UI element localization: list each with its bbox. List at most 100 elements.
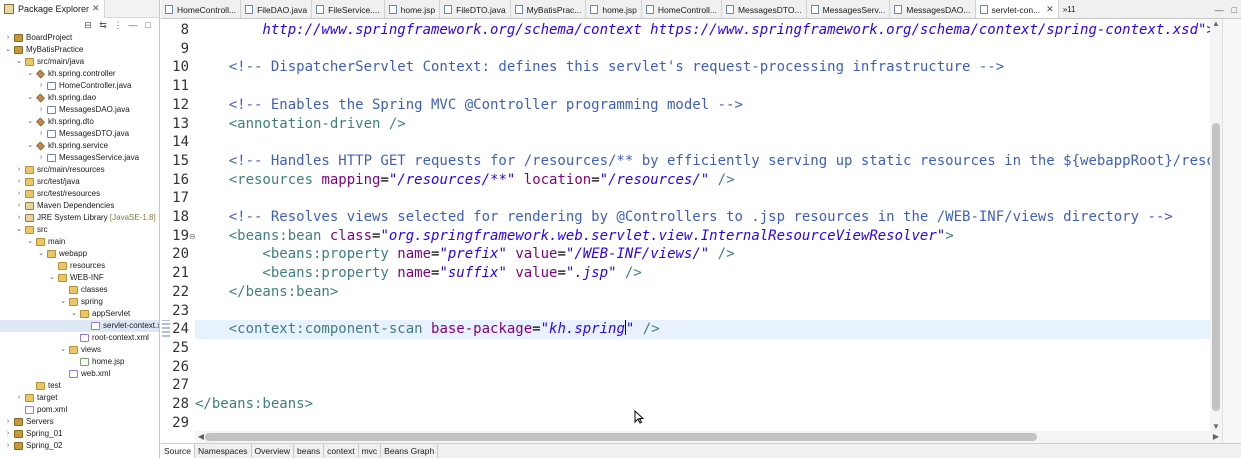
tree-item[interactable]: ⌄ webapp	[0, 248, 159, 260]
tree-item[interactable]: ⌄ kh.spring.controller	[0, 68, 159, 80]
horizontal-scrollbar[interactable]: ◀ ▶	[195, 431, 1222, 443]
tree-item[interactable]: ⌄ kh.spring.service	[0, 140, 159, 152]
tree-item[interactable]: ⌄ WEB-INF	[0, 272, 159, 284]
maximize-icon[interactable]: □	[1232, 5, 1237, 15]
chevron-right-icon[interactable]: ›	[4, 440, 12, 452]
code-line[interactable]: <beans:property name="suffix" value=".js…	[195, 264, 1210, 283]
chevron-right-icon[interactable]: ›	[15, 176, 23, 188]
tree-item[interactable]: ⌄ views	[0, 344, 159, 356]
code-line[interactable]	[195, 77, 1210, 96]
code-line[interactable]: <beans:bean class="org.springframework.w…	[195, 227, 1210, 246]
tree-item[interactable]: ⌄ MyBatisPractice	[0, 44, 159, 56]
page-tab-beans-graph[interactable]: Beans Graph	[381, 444, 439, 458]
horizontal-scroll-thumb[interactable]	[205, 433, 1037, 441]
chevron-down-icon[interactable]: ⌄	[26, 140, 34, 152]
page-tab-mvc[interactable]: mvc	[359, 444, 382, 458]
tree-item[interactable]: ⌄ src/main/java	[0, 56, 159, 68]
vertical-scrollbar[interactable]: ▲ ▼	[1210, 19, 1222, 431]
tab-overflow-indicator[interactable]: »11	[1059, 0, 1080, 18]
code-line[interactable]	[195, 189, 1210, 208]
code-line[interactable]	[195, 358, 1210, 377]
scroll-down-icon[interactable]: ▼	[1210, 422, 1222, 431]
tree-item[interactable]: › MessagesService.java	[0, 152, 159, 164]
chevron-right-icon[interactable]: ›	[4, 416, 12, 428]
code-line[interactable]: </beans:bean>	[195, 283, 1210, 302]
chevron-down-icon[interactable]: ⌄	[26, 116, 34, 128]
code-line[interactable]: http://www.springframework.org/schema/co…	[195, 21, 1210, 40]
chevron-down-icon[interactable]: ⌄	[59, 344, 67, 356]
editor-tab[interactable]: FileDTO.java	[440, 0, 511, 18]
editor-tab[interactable]: HomeControll...	[642, 0, 722, 18]
code-line[interactable]: <resources mapping="/resources/**" locat…	[195, 171, 1210, 190]
chevron-right-icon[interactable]: ›	[37, 152, 45, 164]
package-explorer-tab[interactable]: Package Explorer ✕	[0, 0, 105, 18]
code-line[interactable]	[195, 376, 1210, 395]
tree-item[interactable]: ⌄ kh.spring.dto	[0, 116, 159, 128]
tree-item[interactable]: web.xml	[0, 368, 159, 380]
code-line[interactable]: <!-- Handles HTTP GET requests for /reso…	[195, 152, 1210, 171]
tree-item[interactable]: ⌄ main	[0, 236, 159, 248]
vertical-scroll-thumb[interactable]	[1212, 123, 1220, 411]
chevron-down-icon[interactable]: ⌄	[15, 224, 23, 236]
code-line[interactable]: <beans:property name="prefix" value="/WE…	[195, 245, 1210, 264]
chevron-right-icon[interactable]: ›	[37, 128, 45, 140]
editor-tab[interactable]: MessagesDAO...	[890, 0, 976, 18]
collapse-all-icon[interactable]: ⊟	[83, 20, 93, 31]
chevron-right-icon[interactable]: ›	[15, 200, 23, 212]
tree-item[interactable]: › Spring_01	[0, 428, 159, 440]
close-icon[interactable]: ✕	[92, 3, 100, 14]
code-line[interactable]: <context:component-scan base-package="kh…	[195, 320, 1210, 340]
tree-item[interactable]: root-context.xml	[0, 332, 159, 344]
chevron-right-icon[interactable]: ›	[15, 188, 23, 200]
chevron-right-icon[interactable]: ›	[15, 212, 23, 224]
chevron-down-icon[interactable]: ⌄	[37, 248, 45, 260]
scroll-up-icon[interactable]: ▲	[1210, 19, 1222, 28]
editor-tab[interactable]: MessagesServ...	[807, 0, 891, 18]
chevron-right-icon[interactable]: ›	[37, 80, 45, 92]
tree-item[interactable]: › MessagesDAO.java	[0, 104, 159, 116]
code-line[interactable]: <annotation-driven />	[195, 115, 1210, 134]
code-line[interactable]: <!-- Resolves views selected for renderi…	[195, 208, 1210, 227]
tree-item[interactable]: ⌄ kh.spring.dao	[0, 92, 159, 104]
editor-tab[interactable]: FileDAO.java	[241, 0, 313, 18]
scroll-right-icon[interactable]: ▶	[1210, 432, 1222, 441]
tree-item[interactable]: test	[0, 380, 159, 392]
editor-tab[interactable]: servlet-con... ✕	[975, 0, 1059, 18]
tree-item[interactable]: › src/test/java	[0, 176, 159, 188]
tree-item[interactable]: ⌄ spring	[0, 296, 159, 308]
close-icon[interactable]: ✕	[1046, 4, 1054, 15]
tree-item[interactable]: home.jsp	[0, 356, 159, 368]
tree-item[interactable]: › HomeController.java	[0, 80, 159, 92]
minimize-icon[interactable]: —	[128, 20, 138, 30]
tree-item[interactable]: › src/main/resources	[0, 164, 159, 176]
minimize-icon[interactable]: —	[1215, 5, 1224, 15]
tree-item[interactable]: › JRE System Library [JavaSE-1.8]	[0, 212, 159, 224]
code-line[interactable]	[195, 40, 1210, 59]
editor-tab[interactable]: HomeControll...	[161, 0, 242, 18]
tree-item[interactable]: › Servers	[0, 416, 159, 428]
code-line[interactable]	[195, 133, 1210, 152]
chevron-down-icon[interactable]: ⌄	[4, 44, 12, 56]
chevron-down-icon[interactable]: ⌄	[70, 308, 78, 320]
editor-tab[interactable]: FileService....	[312, 0, 385, 18]
xml-source-editor[interactable]: http://www.springframework.org/schema/co…	[195, 19, 1210, 431]
editor-tab[interactable]: MessagesDTO...	[722, 0, 807, 18]
tree-item[interactable]: ⌄ src	[0, 224, 159, 236]
page-tab-overview[interactable]: Overview	[252, 444, 294, 458]
tree-item[interactable]: › BoardProject	[0, 32, 159, 44]
tree-item[interactable]: pom.xml	[0, 404, 159, 416]
tree-item[interactable]: › Spring_02	[0, 440, 159, 452]
chevron-right-icon[interactable]: ›	[15, 392, 23, 404]
chevron-right-icon[interactable]: ›	[4, 428, 12, 440]
chevron-right-icon[interactable]: ›	[4, 32, 12, 44]
page-tab-context[interactable]: context	[324, 444, 359, 458]
link-with-editor-icon[interactable]: ⇆	[98, 20, 108, 31]
chevron-down-icon[interactable]: ⌄	[26, 92, 34, 104]
chevron-down-icon[interactable]: ⌄	[59, 296, 67, 308]
tree-item[interactable]: ⌄ appServlet	[0, 308, 159, 320]
chevron-right-icon[interactable]: ›	[37, 104, 45, 116]
editor-tab[interactable]: home.jsp	[385, 0, 441, 18]
tree-item[interactable]: servlet-context.xml	[0, 320, 159, 332]
chevron-down-icon[interactable]: ⌄	[26, 68, 34, 80]
editor-tab[interactable]: home.jsp	[586, 0, 642, 18]
